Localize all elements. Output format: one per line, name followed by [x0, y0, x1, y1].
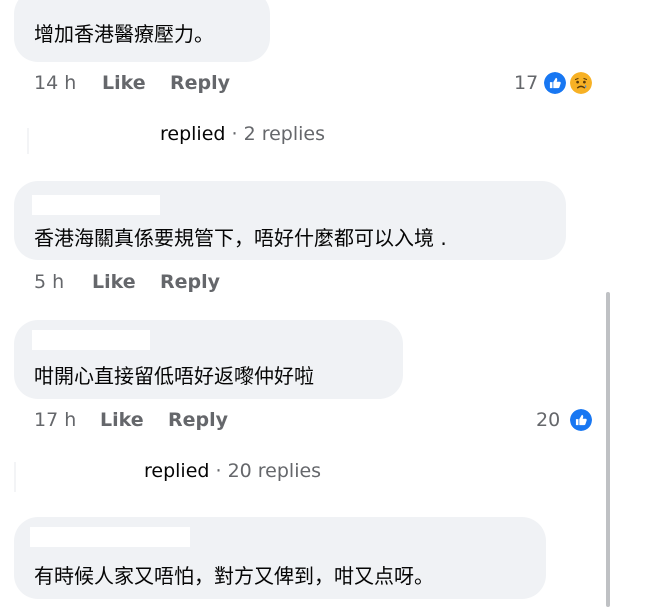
- commenter-name[interactable]: [32, 195, 160, 215]
- like-icon: [542, 70, 568, 96]
- comment-text: 香港海關真係要規管下，唔好什麼都可以入境 .: [34, 226, 447, 250]
- commenter-name[interactable]: [30, 527, 190, 547]
- reaction-count: 20: [536, 409, 561, 431]
- reply-button[interactable]: Reply: [168, 405, 228, 435]
- scrollbar[interactable]: [606, 292, 610, 607]
- thread-line: [27, 128, 29, 154]
- comment-meta: 14 h Like Reply: [34, 68, 334, 98]
- reply-button[interactable]: Reply: [170, 68, 230, 98]
- reaction-summary[interactable]: 20: [536, 405, 600, 435]
- replies-who: replied: [144, 460, 210, 482]
- reaction-summary[interactable]: 17: [514, 68, 604, 98]
- comment-text: 有時候人家又唔怕，對方又俾到，咁又点呀。: [34, 564, 434, 588]
- comment-bubble: 增加香港醫療壓力。: [14, 0, 270, 62]
- reaction-count: 17: [514, 72, 539, 94]
- replies-count: · 20 replies: [209, 460, 322, 482]
- reply-button[interactable]: Reply: [160, 267, 220, 297]
- comment-time[interactable]: 5 h: [34, 267, 64, 297]
- commenter-name[interactable]: [32, 330, 150, 350]
- comment-bubble: 香港海關真係要規管下，唔好什麼都可以入境 .: [14, 181, 566, 260]
- comment-bubble: 有時候人家又唔怕，對方又俾到，咁又点呀。: [14, 517, 546, 599]
- view-replies-link[interactable]: replied · 2 replies: [160, 121, 325, 147]
- comment-text: 咁開心直接留低唔好返嚟仲好啦: [34, 364, 314, 388]
- view-replies-link[interactable]: replied · 20 replies: [144, 458, 321, 484]
- comment-text: 增加香港醫療壓力。: [34, 22, 214, 46]
- comment-meta: 5 h Like Reply: [34, 267, 334, 297]
- comment-meta: 17 h Like Reply: [34, 405, 334, 435]
- replies-count: · 2 replies: [225, 123, 325, 145]
- comment-time[interactable]: 14 h: [34, 68, 76, 98]
- like-button[interactable]: Like: [100, 405, 144, 435]
- like-button[interactable]: Like: [102, 68, 146, 98]
- like-button[interactable]: Like: [92, 267, 136, 297]
- comment-time[interactable]: 17 h: [34, 405, 76, 435]
- sad-icon: [568, 70, 594, 96]
- comment-bubble: 咁開心直接留低唔好返嚟仲好啦: [14, 320, 403, 399]
- replies-who: replied: [160, 123, 226, 145]
- like-icon: [568, 407, 594, 433]
- thread-line: [14, 462, 16, 492]
